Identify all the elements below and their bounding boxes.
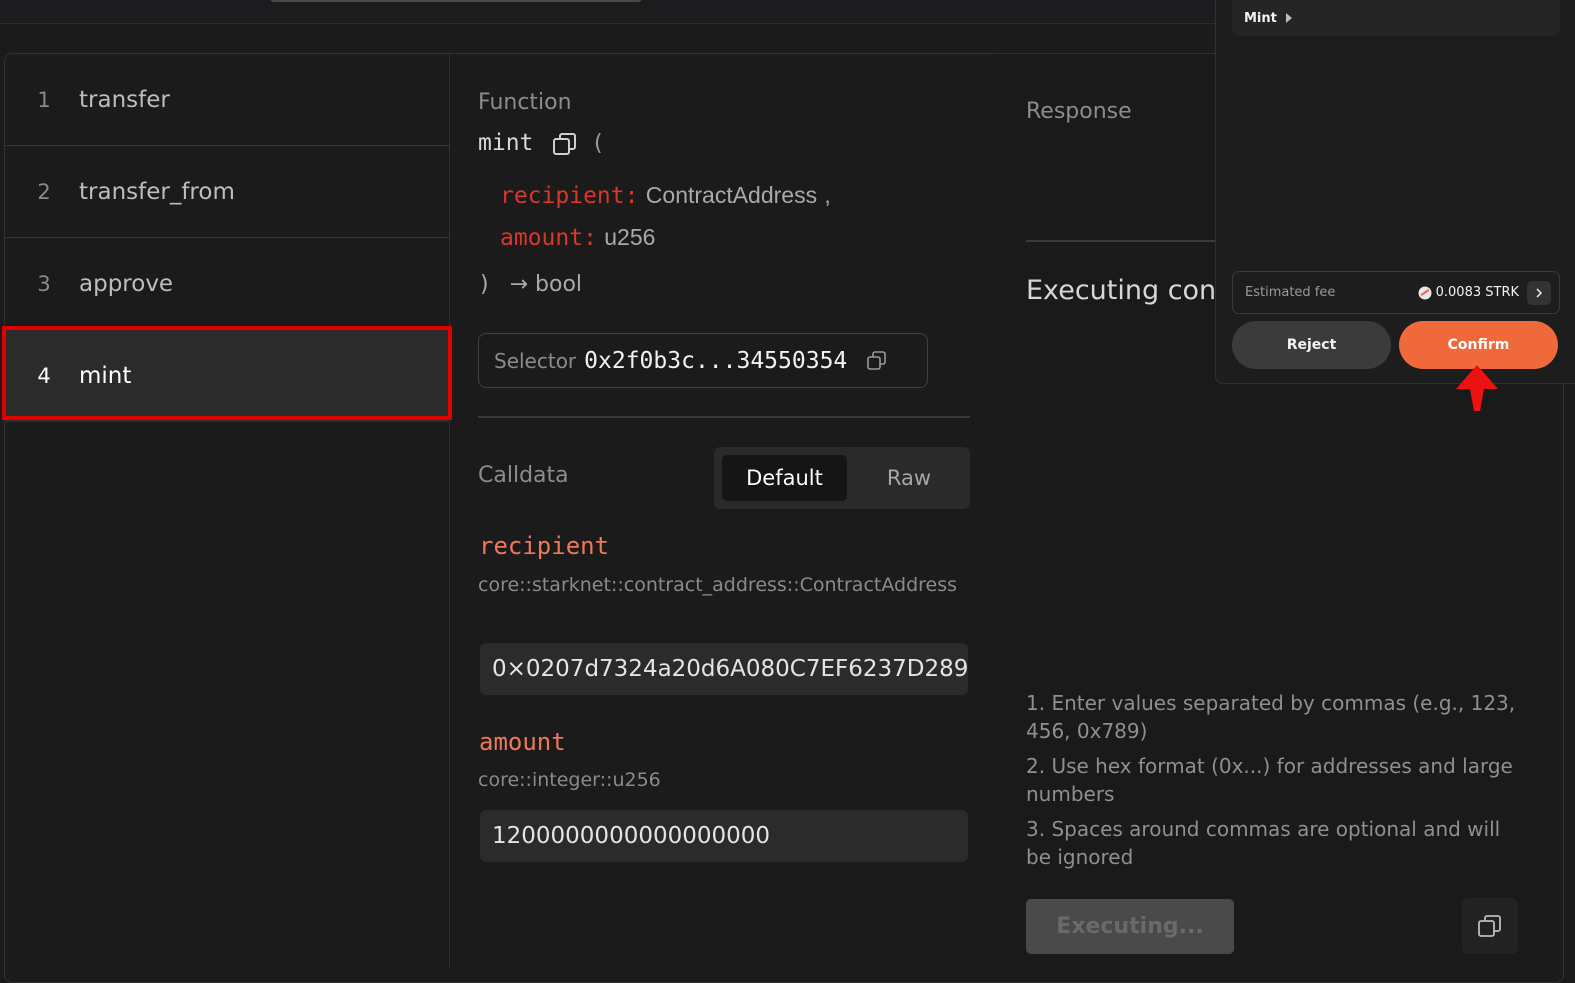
field-type-amount: core::integer::u256 [478, 769, 661, 791]
wallet-popup: Mint Estimated fee 0.0083 STRK Reject Co… [1215, 0, 1575, 384]
reject-button[interactable]: Reject [1232, 321, 1391, 369]
function-name: transfer_from [79, 178, 235, 205]
wallet-header[interactable]: Mint [1232, 0, 1560, 36]
function-name: transfer [79, 86, 170, 113]
copy-icon[interactable] [552, 132, 578, 162]
function-index: 1 [37, 87, 51, 112]
field-type-recipient: core::starknet::contract_address::Contra… [478, 574, 958, 596]
caret-right-icon [1285, 12, 1293, 24]
open-paren: ( [594, 131, 603, 156]
help-line-2: 2. Use hex format (0x...) for addresses … [1026, 754, 1513, 806]
function-return: ) → bool [480, 272, 582, 297]
executing-title: Executing cont [1026, 275, 1216, 306]
section-divider [478, 416, 970, 418]
selector-value: 0x2f0b3c...34550354 [584, 347, 848, 374]
close-paren: ) [480, 272, 489, 297]
param-key: amount: [500, 225, 597, 251]
function-item-transfer-from[interactable]: 2 transfer_from [5, 146, 450, 238]
selector-box: Selector 0x2f0b3c...34550354 [478, 333, 928, 388]
confirm-button[interactable]: Confirm [1399, 321, 1558, 369]
mode-default-button[interactable]: Default [722, 455, 847, 501]
copy-icon[interactable] [867, 350, 887, 371]
wallet-title: Mint [1244, 10, 1277, 26]
function-item-approve[interactable]: 3 approve [5, 238, 450, 330]
field-name-amount: amount [479, 728, 566, 756]
param-separator: , [824, 182, 831, 208]
param-type: ContractAddress [645, 182, 818, 208]
function-item-transfer[interactable]: 1 transfer [5, 54, 450, 146]
chevron-right-icon [1536, 287, 1543, 298]
param-recipient: recipient: ContractAddress , [500, 182, 831, 209]
calldata-mode-toggle: Default Raw [714, 447, 970, 509]
recipient-input[interactable]: 0×0207d7324a20d6A080C7EF6237D289 [480, 643, 968, 695]
fee-details-button[interactable] [1527, 280, 1551, 305]
estimated-fee-row: Estimated fee 0.0083 STRK [1232, 271, 1560, 314]
calldata-label: Calldata [478, 463, 569, 488]
copy-response-button[interactable] [1462, 898, 1518, 954]
mode-raw-button[interactable]: Raw [854, 455, 964, 501]
execute-button[interactable]: Executing... [1026, 899, 1234, 954]
response-label: Response [1026, 99, 1132, 124]
arrow-up-icon [1456, 365, 1498, 415]
fee-value: 0.0083 STRK [1435, 285, 1519, 300]
help-line-1: 1. Enter values separated by commas (e.g… [1026, 691, 1516, 743]
function-signature-name: mint [478, 130, 534, 156]
top-pill [270, 0, 642, 2]
amount-input[interactable]: 1200000000000000000 [480, 810, 968, 862]
strk-token-icon [1418, 286, 1432, 300]
copy-icon [1477, 913, 1503, 939]
function-index: 3 [37, 271, 51, 296]
function-label: Function [478, 90, 572, 115]
param-amount: amount: u256 [500, 224, 655, 251]
selector-label: Selector [494, 348, 577, 373]
help-line-3: 3. Spaces around commas are optional and… [1026, 817, 1501, 869]
return-type: → bool [509, 272, 583, 297]
param-key: recipient: [500, 183, 639, 209]
fee-label: Estimated fee [1245, 285, 1336, 300]
function-list: 1 transfer 2 transfer_from 3 approve 4 m… [5, 54, 450, 968]
selection-highlight-box [2, 326, 452, 420]
param-type: u256 [604, 224, 656, 250]
field-name-recipient: recipient [479, 532, 610, 560]
function-name: approve [79, 270, 174, 297]
function-index: 2 [37, 179, 51, 204]
response-divider [1026, 240, 1216, 242]
